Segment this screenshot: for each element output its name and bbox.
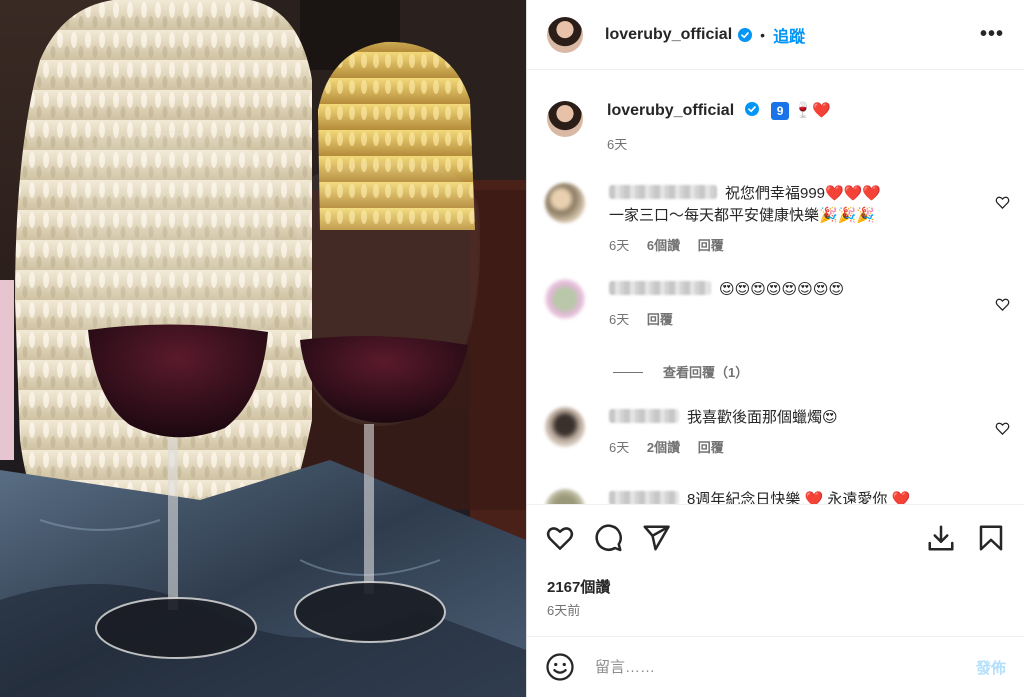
comment-meta: 6天 6個讚 回覆 <box>609 235 881 257</box>
comment-text: 8週年紀念日快樂 ❤️ 永遠愛你 ❤️ <box>687 491 911 504</box>
commenter-avatar[interactable] <box>545 183 585 223</box>
bookmark-icon[interactable] <box>976 523 1006 553</box>
comment-text: 祝您們幸福999❤️❤️❤️ <box>725 185 882 202</box>
caption-time: 6天 <box>607 137 628 152</box>
post-detail-panel: loveruby_official • 追蹤 ••• loveruby_offi… <box>526 0 1024 697</box>
avatar[interactable] <box>547 16 583 53</box>
post-time: 6天前 <box>547 603 581 618</box>
comment-likes[interactable]: 2個讚 <box>647 440 680 455</box>
comment-time: 6天 <box>609 312 630 327</box>
comment-text: 我喜歡後面那個蠟燭😍 <box>687 409 838 426</box>
reply-button[interactable]: 回覆 <box>698 440 724 455</box>
comment-item: 祝您們幸福999❤️❤️❤️ 一家三口～每天都平安健康快樂🎉🎉🎉 6天 6個讚 … <box>545 183 1024 257</box>
comment-time: 6天 <box>609 440 630 455</box>
heart-icon[interactable] <box>995 297 1010 312</box>
commenter-avatar[interactable] <box>545 279 585 319</box>
comment-text: 😍😍😍😍😍😍😍😍 <box>719 281 845 298</box>
commenter-username[interactable] <box>609 491 679 504</box>
comment-item: 8週年紀念日快樂 ❤️ 永遠愛你 ❤️ <box>545 489 1024 504</box>
caption-emoji: 🍷❤️ <box>793 102 831 119</box>
verified-icon <box>744 102 759 116</box>
comment-composer: 發佈 <box>527 636 1024 697</box>
heart-icon[interactable] <box>995 421 1010 436</box>
comment-input[interactable] <box>595 658 976 676</box>
download-icon[interactable] <box>926 523 956 553</box>
view-replies-button[interactable]: 查看回覆（1） <box>613 362 748 381</box>
comment-meta: 6天 2個讚 回覆 <box>609 437 838 459</box>
number-badge: 9 <box>771 102 790 120</box>
comment-meta: 6天 回覆 <box>609 309 844 331</box>
commenter-username[interactable] <box>609 281 711 295</box>
commenter-avatar[interactable] <box>545 489 585 504</box>
reply-button[interactable]: 回覆 <box>647 312 673 327</box>
commenter-username[interactable] <box>609 185 717 199</box>
comment-time: 6天 <box>609 238 630 253</box>
follow-button[interactable]: 追蹤 <box>773 23 805 47</box>
caption-username[interactable]: loveruby_official <box>607 102 734 119</box>
comment-likes[interactable]: 6個讚 <box>647 238 680 253</box>
verified-icon <box>738 27 753 42</box>
comment-icon[interactable] <box>593 523 623 553</box>
post-photo[interactable] <box>0 0 526 697</box>
more-icon[interactable]: ••• <box>980 23 1004 46</box>
heart-icon[interactable] <box>545 523 575 553</box>
view-replies-label: 查看回覆（1） <box>663 365 749 380</box>
share-icon[interactable] <box>641 523 671 553</box>
separator-dot: • <box>760 26 766 43</box>
heart-icon[interactable] <box>995 195 1010 210</box>
replies-divider <box>613 372 643 373</box>
post-actions-bar <box>527 504 1024 570</box>
comment-item: 我喜歡後面那個蠟燭😍 6天 2個讚 回覆 <box>545 407 1024 459</box>
post-comment-button[interactable]: 發佈 <box>976 657 1006 678</box>
commenter-username[interactable] <box>609 409 679 423</box>
like-count[interactable]: 2167個讚 <box>547 576 610 597</box>
header-username[interactable]: loveruby_official <box>605 26 732 44</box>
comments-list[interactable]: loveruby_official 9 🍷❤️ 6天 祝您們幸福999❤️❤️❤… <box>527 71 1024 504</box>
post-header: loveruby_official • 追蹤 ••• <box>527 0 1024 70</box>
comment-item: 😍😍😍😍😍😍😍😍 6天 回覆 <box>545 279 1024 331</box>
caption-avatar[interactable] <box>547 101 583 137</box>
emoji-icon[interactable] <box>545 652 575 682</box>
wine-glasses-photo <box>0 0 526 697</box>
reply-button[interactable]: 回覆 <box>698 238 724 253</box>
post-caption: loveruby_official 9 🍷❤️ 6天 <box>547 101 831 153</box>
comment-text-line2: 一家三口～每天都平安健康快樂🎉🎉🎉 <box>609 207 876 224</box>
commenter-avatar[interactable] <box>545 407 585 447</box>
